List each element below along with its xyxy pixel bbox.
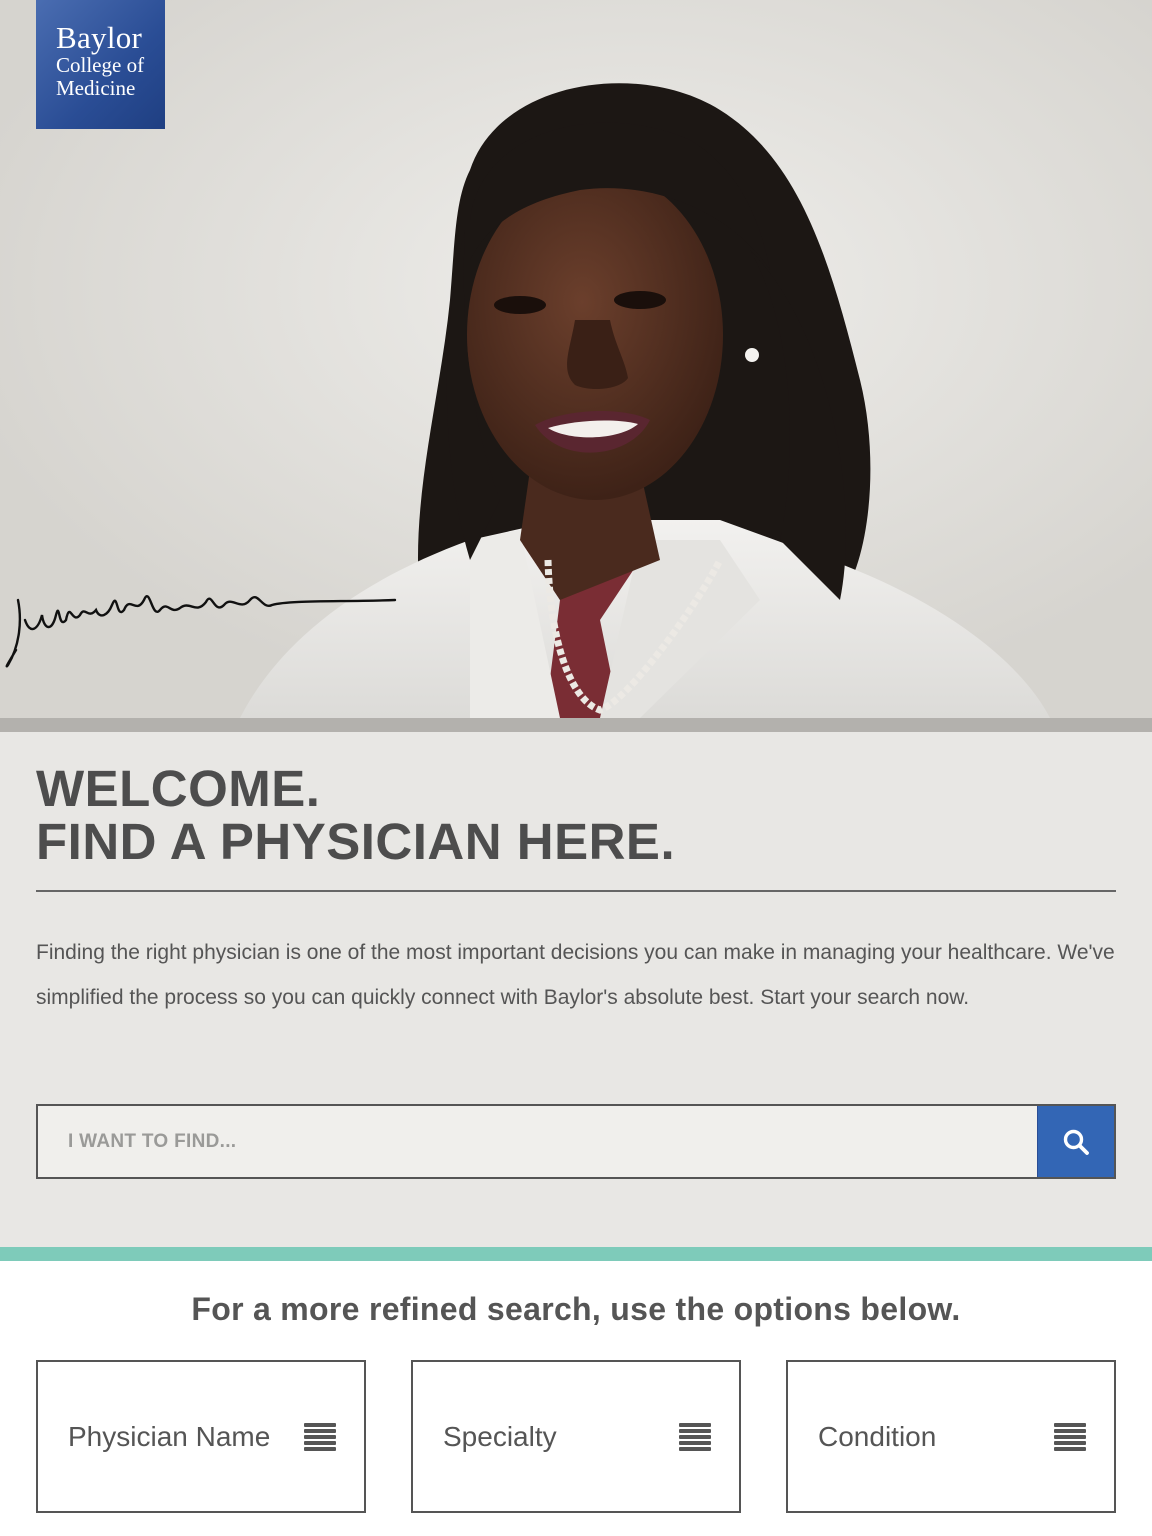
search-icon [1063,1129,1089,1155]
search-bar [36,1104,1116,1179]
list-icon [304,1422,336,1451]
search-button[interactable] [1037,1106,1114,1177]
refine-title: For a more refined search, use the optio… [191,1291,961,1327]
handwritten-signature [5,595,397,668]
headline-divider [36,890,1116,892]
hero-divider [0,718,1152,732]
logo-line-3: Medicine [56,76,136,100]
specialty-option[interactable]: Specialty [411,1360,741,1513]
hero-banner: Baylor College of Medicine [0,0,1152,718]
physician-name-option[interactable]: Physician Name [36,1360,366,1513]
welcome-section: WELCOME. FIND A PHYSICIAN HERE. Finding … [0,732,1152,1247]
page-title: WELCOME. FIND A PHYSICIAN HERE. [36,762,1116,868]
logo-line-1: Baylor [56,20,143,55]
baylor-logo[interactable]: Baylor College of Medicine [36,0,165,129]
intro-text: Finding the right physician is one of th… [36,941,1115,1009]
condition-option[interactable]: Condition [786,1360,1116,1513]
search-input[interactable] [38,1106,1037,1177]
list-icon [1054,1422,1086,1451]
logo-line-2: College of [56,53,145,77]
refine-section: For a more refined search, use the optio… [0,1261,1152,1536]
list-icon [679,1422,711,1451]
headline-line-1: WELCOME. [36,760,321,817]
option-label: Physician Name [68,1420,271,1452]
option-label: Condition [818,1420,937,1452]
headline-line-2: FIND A PHYSICIAN HERE. [36,813,676,870]
accent-divider [0,1247,1152,1261]
option-label: Specialty [443,1420,557,1452]
